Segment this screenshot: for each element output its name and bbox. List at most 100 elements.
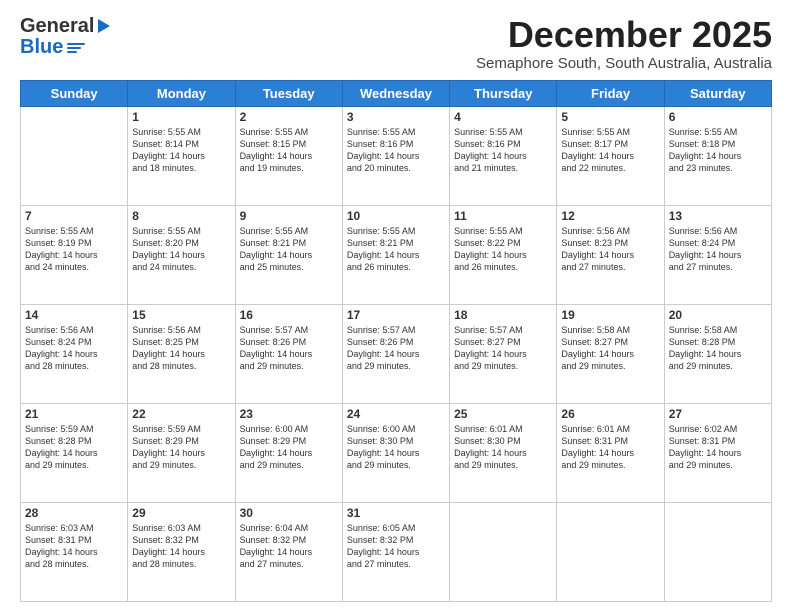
calendar-cell: 7Sunrise: 5:55 AM Sunset: 8:19 PM Daylig… [21,205,128,304]
day-info: Sunrise: 5:55 AM Sunset: 8:16 PM Dayligh… [347,126,445,175]
day-number: 22 [132,407,230,421]
day-number: 18 [454,308,552,322]
day-number: 30 [240,506,338,520]
calendar-cell: 27 Sunrise: 6:02 AM Sunset: 8:31 PM Dayli… [664,403,771,502]
weekday-header-wednesday: Wednesday [342,80,449,106]
day-number: 24 [347,407,445,421]
day-info: Sunrise: 5:55 AM Sunset: 8:20 PM Dayligh… [132,225,230,274]
calendar-cell: 4Sunrise: 5:55 AM Sunset: 8:16 PM Daylig… [450,106,557,205]
calendar-cell: 3Sunrise: 5:55 AM Sunset: 8:16 PM Daylig… [342,106,449,205]
day-info: Sunrise: 6:01 AM Sunset: 8:31 PM Dayligh… [561,423,659,472]
day-number: 23 [240,407,338,421]
calendar-cell: 29Sunrise: 6:03 AM Sunset: 8:32 PM Dayli… [128,502,235,601]
day-info: Sunrise: 5:55 AM Sunset: 8:18 PM Dayligh… [669,126,767,175]
day-info: Sunrise: 6:05 AM Sunset: 8:32 PM Dayligh… [347,522,445,571]
weekday-header-saturday: Saturday [664,80,771,106]
calendar-cell: 18 Sunrise: 5:57 AM Sunset: 8:27 PM Dayli… [450,304,557,403]
subtitle: Semaphore South, South Australia, Austra… [476,55,772,72]
day-number: 27 [669,407,767,421]
day-number: 10 [347,209,445,223]
calendar-cell: 28Sunrise: 6:03 AM Sunset: 8:31 PM Dayli… [21,502,128,601]
day-info: Sunrise: 5:59 AM Sunset: 8:29 PM Dayligh… [132,423,230,472]
weekday-header-sunday: Sunday [21,80,128,106]
day-info: Sunrise: 6:03 AM Sunset: 8:31 PM Dayligh… [25,522,123,571]
day-number: 12 [561,209,659,223]
calendar-cell: 15 Sunrise: 5:56 AM Sunset: 8:25 PM Dayli… [128,304,235,403]
logo-blue-text: Blue [20,36,63,59]
logo-line-3 [67,51,77,53]
day-info: Sunrise: 5:55 AM Sunset: 8:17 PM Dayligh… [561,126,659,175]
calendar-cell: 20Sunrise: 5:58 AM Sunset: 8:28 PM Dayli… [664,304,771,403]
header: General Blue December 2025 Semaphore Sou… [20,15,772,72]
weekday-header-friday: Friday [557,80,664,106]
calendar-cell: 12 Sunrise: 5:56 AM Sunset: 8:23 PM Dayli… [557,205,664,304]
title-block: December 2025 Semaphore South, South Aus… [476,15,772,72]
logo-blue-row: Blue [20,36,85,59]
day-number: 29 [132,506,230,520]
day-info: Sunrise: 5:55 AM Sunset: 8:15 PM Dayligh… [240,126,338,175]
calendar-cell: 11 Sunrise: 5:55 AM Sunset: 8:22 PM Dayli… [450,205,557,304]
page: General Blue December 2025 Semaphore Sou… [0,0,792,612]
day-info: Sunrise: 6:00 AM Sunset: 8:29 PM Dayligh… [240,423,338,472]
logo-line-2 [67,47,81,49]
day-number: 5 [561,110,659,124]
calendar-cell: 30 Sunrise: 6:04 AM Sunset: 8:32 PM Dayli… [235,502,342,601]
day-info: Sunrise: 5:59 AM Sunset: 8:28 PM Dayligh… [25,423,123,472]
calendar-cell: 9Sunrise: 5:55 AM Sunset: 8:21 PM Daylig… [235,205,342,304]
day-info: Sunrise: 5:55 AM Sunset: 8:21 PM Dayligh… [347,225,445,274]
calendar-cell: 8 Sunrise: 5:55 AM Sunset: 8:20 PM Daylig… [128,205,235,304]
day-number: 31 [347,506,445,520]
calendar-cell: 1Sunrise: 5:55 AM Sunset: 8:14 PM Daylig… [128,106,235,205]
calendar-cell: 22 Sunrise: 5:59 AM Sunset: 8:29 PM Dayli… [128,403,235,502]
day-info: Sunrise: 5:57 AM Sunset: 8:27 PM Dayligh… [454,324,552,373]
calendar-cell [21,106,128,205]
day-number: 7 [25,209,123,223]
calendar-cell: 23 Sunrise: 6:00 AM Sunset: 8:29 PM Dayli… [235,403,342,502]
calendar-cell: 26Sunrise: 6:01 AM Sunset: 8:31 PM Dayli… [557,403,664,502]
day-number: 14 [25,308,123,322]
week-row-1: 1Sunrise: 5:55 AM Sunset: 8:14 PM Daylig… [21,106,772,205]
day-info: Sunrise: 5:56 AM Sunset: 8:23 PM Dayligh… [561,225,659,274]
day-info: Sunrise: 6:00 AM Sunset: 8:30 PM Dayligh… [347,423,445,472]
day-info: Sunrise: 6:04 AM Sunset: 8:32 PM Dayligh… [240,522,338,571]
day-info: Sunrise: 5:56 AM Sunset: 8:24 PM Dayligh… [669,225,767,274]
logo-line-1 [67,43,85,45]
calendar-cell: 16 Sunrise: 5:57 AM Sunset: 8:26 PM Dayli… [235,304,342,403]
month-title: December 2025 [476,15,772,55]
day-info: Sunrise: 6:02 AM Sunset: 8:31 PM Dayligh… [669,423,767,472]
weekday-header-row: SundayMondayTuesdayWednesdayThursdayFrid… [21,80,772,106]
day-number: 6 [669,110,767,124]
weekday-header-tuesday: Tuesday [235,80,342,106]
calendar-cell: 25Sunrise: 6:01 AM Sunset: 8:30 PM Dayli… [450,403,557,502]
day-number: 15 [132,308,230,322]
day-number: 2 [240,110,338,124]
day-info: Sunrise: 5:57 AM Sunset: 8:26 PM Dayligh… [240,324,338,373]
day-number: 20 [669,308,767,322]
day-info: Sunrise: 5:55 AM Sunset: 8:21 PM Dayligh… [240,225,338,274]
day-number: 1 [132,110,230,124]
weekday-header-thursday: Thursday [450,80,557,106]
logo-general-text: General [20,15,94,38]
day-info: Sunrise: 5:56 AM Sunset: 8:25 PM Dayligh… [132,324,230,373]
calendar-cell: 2 Sunrise: 5:55 AM Sunset: 8:15 PM Daylig… [235,106,342,205]
week-row-2: 7Sunrise: 5:55 AM Sunset: 8:19 PM Daylig… [21,205,772,304]
weekday-header-monday: Monday [128,80,235,106]
day-number: 13 [669,209,767,223]
day-info: Sunrise: 5:58 AM Sunset: 8:27 PM Dayligh… [561,324,659,373]
day-number: 8 [132,209,230,223]
calendar-cell: 10 Sunrise: 5:55 AM Sunset: 8:21 PM Dayli… [342,205,449,304]
calendar-cell: 19Sunrise: 5:58 AM Sunset: 8:27 PM Dayli… [557,304,664,403]
day-number: 11 [454,209,552,223]
calendar-table: SundayMondayTuesdayWednesdayThursdayFrid… [20,80,772,602]
day-info: Sunrise: 5:55 AM Sunset: 8:22 PM Dayligh… [454,225,552,274]
day-info: Sunrise: 6:01 AM Sunset: 8:30 PM Dayligh… [454,423,552,472]
calendar-cell: 5 Sunrise: 5:55 AM Sunset: 8:17 PM Daylig… [557,106,664,205]
day-number: 21 [25,407,123,421]
day-number: 16 [240,308,338,322]
day-info: Sunrise: 5:57 AM Sunset: 8:26 PM Dayligh… [347,324,445,373]
week-row-3: 14Sunrise: 5:56 AM Sunset: 8:24 PM Dayli… [21,304,772,403]
logo-wrapper: General [20,15,112,38]
logo: General Blue [20,15,112,59]
calendar-cell: 31 Sunrise: 6:05 AM Sunset: 8:32 PM Dayli… [342,502,449,601]
calendar-cell: 14Sunrise: 5:56 AM Sunset: 8:24 PM Dayli… [21,304,128,403]
